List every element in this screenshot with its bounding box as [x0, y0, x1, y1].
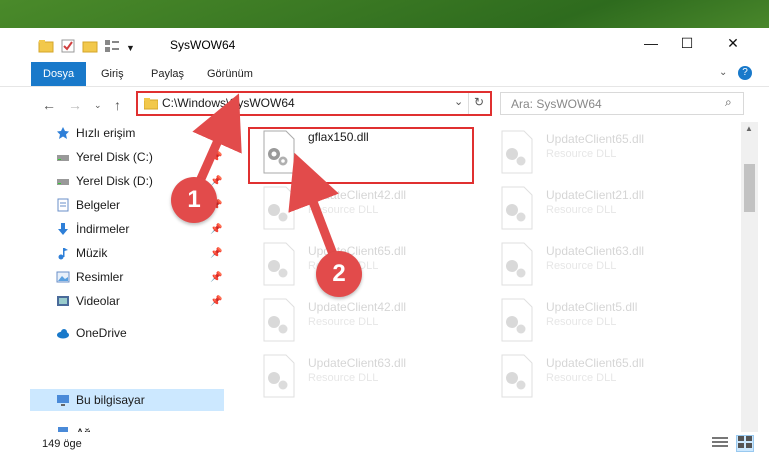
step-badge-2: 2 — [316, 251, 362, 297]
arrow-2 — [288, 152, 341, 264]
annotation-arrows — [191, 93, 341, 264]
step-badge-1: 1 — [171, 177, 217, 223]
